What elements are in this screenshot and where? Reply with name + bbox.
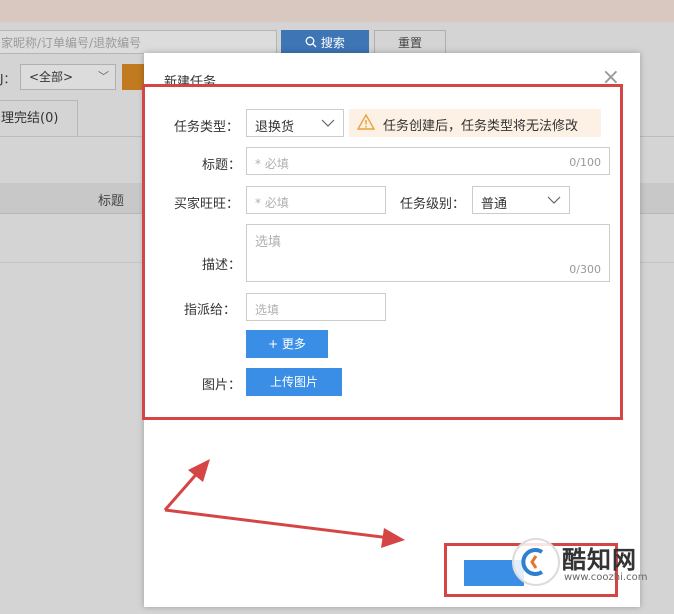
watermark-url: www.coozhi.com [564,572,648,583]
watermark-logo-icon [512,538,560,586]
arrow-right-icon [164,508,405,548]
arrow-up-icon [163,459,210,511]
logo-icon [521,548,544,576]
annotation-arrows [163,459,405,548]
watermark-name: 酷知网 [562,546,637,574]
watermark: 酷知网 www.coozhi.com [512,534,672,604]
